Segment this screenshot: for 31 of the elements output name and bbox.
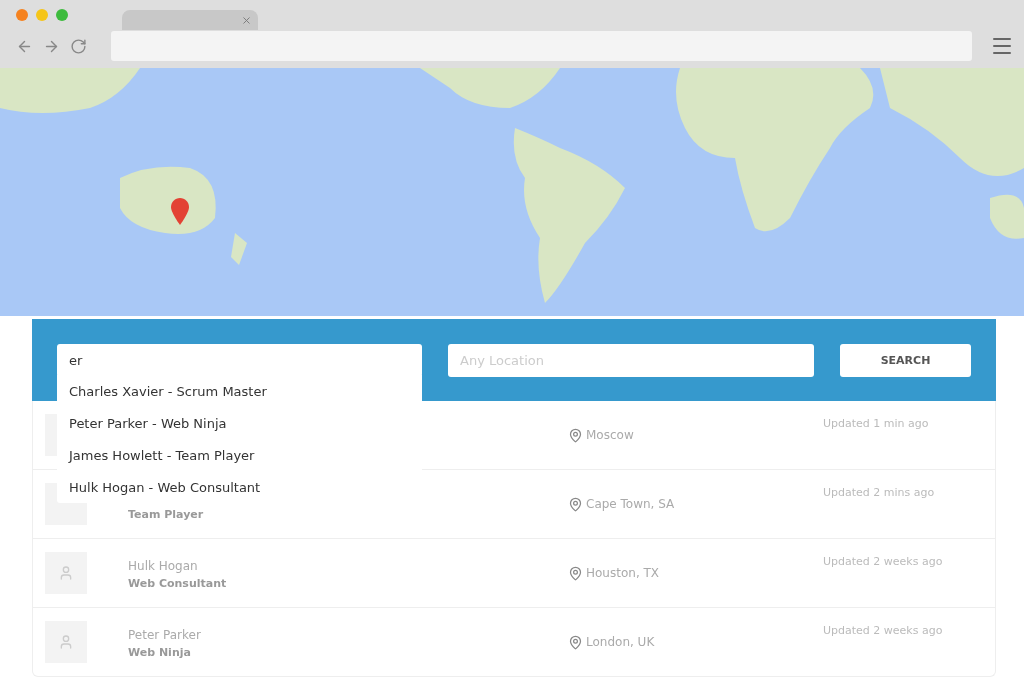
reload-icon[interactable]: [70, 37, 87, 55]
location-text: Moscow: [586, 428, 634, 442]
user-icon: [58, 565, 74, 581]
maximize-window-dot[interactable]: [56, 9, 68, 21]
search-button[interactable]: SEARCH: [840, 343, 971, 377]
location-pin-icon: [568, 427, 583, 443]
updated-time: Updated 2 weeks ago: [823, 555, 944, 568]
location-text: Houston, TX: [586, 566, 660, 580]
close-window-dot[interactable]: [16, 9, 28, 21]
location-pin-icon: [568, 634, 583, 650]
location-pin-icon: [568, 496, 583, 512]
keyword-input[interactable]: er: [57, 343, 422, 377]
person-role: Team Player: [128, 508, 205, 521]
map-pin-icon[interactable]: [171, 198, 189, 225]
updated-time: Updated 1 min ago: [823, 417, 930, 430]
location-pin-icon: [568, 565, 583, 581]
updated-time: Updated 2 weeks ago: [823, 624, 944, 637]
person-role: Web Consultant: [128, 577, 228, 590]
user-icon: [58, 634, 74, 650]
person-role: Web Ninja: [128, 646, 192, 659]
suggestion-item[interactable]: Charles Xavier - Scrum Master: [57, 375, 422, 407]
close-icon[interactable]: [241, 14, 252, 26]
person-name: Peter Parker: [128, 628, 202, 642]
suggestion-item[interactable]: Hulk Hogan - Web Consultant: [57, 471, 422, 503]
location-text: London, UK: [586, 635, 655, 649]
minimize-window-dot[interactable]: [36, 9, 48, 21]
suggestion-item[interactable]: James Howlett - Team Player: [57, 439, 422, 471]
updated-time: Updated 2 mins ago: [823, 486, 936, 499]
person-name: Hulk Hogan: [128, 559, 199, 573]
location-text: Cape Town, SA: [586, 497, 675, 511]
suggestion-item[interactable]: Peter Parker - Web Ninja: [57, 407, 422, 439]
